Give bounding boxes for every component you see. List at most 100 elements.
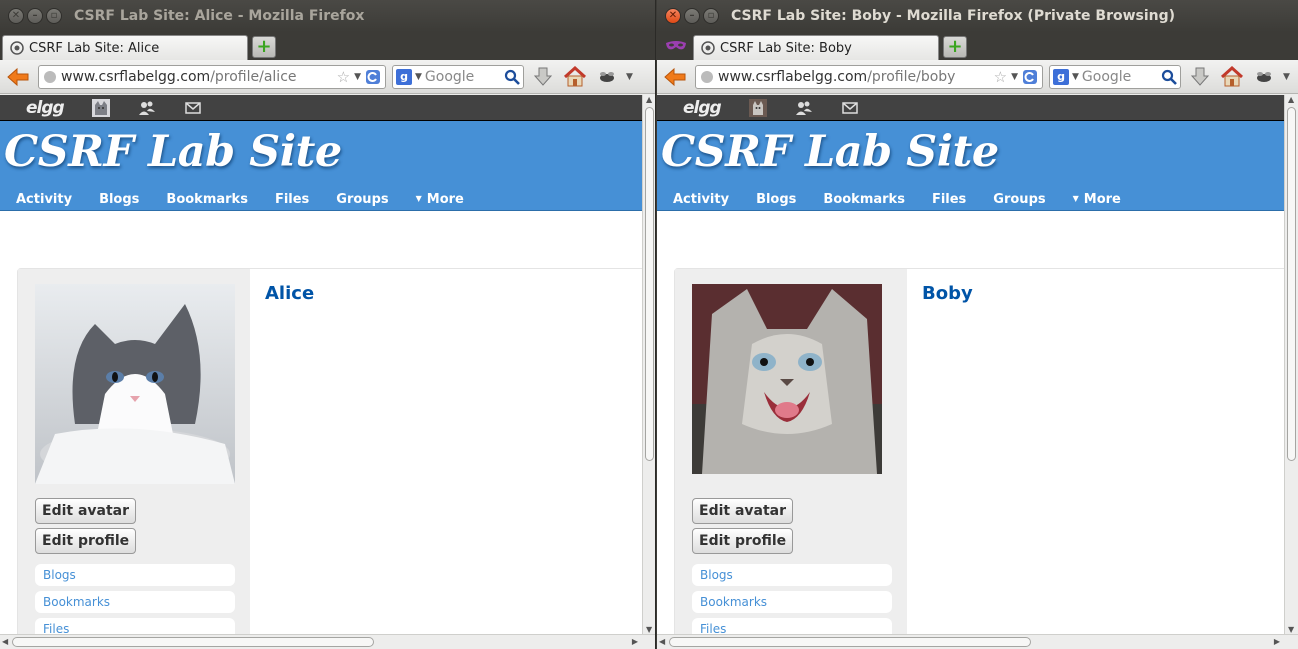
minimize-icon[interactable]: – [684, 8, 700, 24]
menu-item-blogs[interactable]: Blogs [756, 192, 796, 207]
owner-link-bookmarks[interactable]: Bookmarks [692, 591, 892, 613]
horizontal-scrollbar[interactable]: ◀ ▶ [657, 634, 1298, 649]
owner-block: Edit avatar Edit profile Blogs Bookmarks… [675, 269, 907, 634]
edit-avatar-button[interactable]: Edit avatar [692, 498, 794, 524]
profile-name[interactable]: Alice [265, 283, 314, 304]
menu-item-activity[interactable]: Activity [16, 192, 72, 207]
scroll-thumb[interactable] [669, 637, 1031, 647]
title-bar: ✕ – ▫ CSRF Lab Site: Alice - Mozilla Fir… [0, 0, 655, 32]
site-title[interactable]: CSRF Lab Site [4, 127, 342, 177]
back-arrow-icon[interactable] [4, 64, 32, 90]
scroll-right-icon[interactable]: ▶ [632, 637, 638, 646]
scroll-up-icon[interactable]: ▲ [646, 95, 652, 104]
url-bar[interactable]: www.csrflabelgg.com/profile/boby ☆ ▼ [695, 64, 1043, 89]
site-header: CSRF Lab Site Activity Blogs Bookmarks F… [657, 121, 1284, 211]
user-avatar-icon[interactable] [91, 98, 110, 117]
menu-item-files[interactable]: Files [932, 192, 966, 207]
globe-icon [701, 70, 713, 83]
friends-icon[interactable] [795, 99, 813, 117]
owner-link-files[interactable]: Files [692, 618, 892, 634]
reload-icon[interactable] [365, 69, 381, 85]
bookmark-star-icon[interactable]: ☆ [994, 68, 1007, 86]
owner-link-bookmarks[interactable]: Bookmarks [35, 591, 235, 613]
firefox-window-alice: ✕ – ▫ CSRF Lab Site: Alice - Mozilla Fir… [0, 0, 656, 649]
download-icon[interactable] [1187, 64, 1213, 90]
edit-profile-button[interactable]: Edit profile [692, 528, 794, 554]
maximize-icon[interactable]: ▫ [703, 8, 719, 24]
menu-item-activity[interactable]: Activity [673, 192, 729, 207]
messages-icon[interactable] [184, 99, 202, 117]
elgg-logo[interactable]: elgg [683, 98, 722, 118]
edit-profile-button[interactable]: Edit profile [35, 528, 137, 554]
back-arrow-icon[interactable] [661, 64, 689, 90]
dropdown-icon[interactable]: ▼ [354, 72, 361, 82]
elgg-logo[interactable]: elgg [26, 98, 65, 118]
title-bar: ✕ – ▫ CSRF Lab Site: Boby - Mozilla Fire… [657, 0, 1298, 32]
home-icon[interactable] [562, 64, 588, 90]
messages-icon[interactable] [841, 99, 859, 117]
horizontal-scrollbar[interactable]: ◀ ▶ [0, 634, 655, 649]
search-icon[interactable] [1161, 69, 1177, 85]
scroll-right-icon[interactable]: ▶ [1274, 637, 1280, 646]
engine-dropdown-icon[interactable]: ▼ [1072, 72, 1079, 82]
menu-item-more[interactable]: More [1073, 192, 1121, 207]
new-tab-button[interactable]: + [252, 36, 276, 58]
menu-item-bookmarks[interactable]: Bookmarks [823, 192, 905, 207]
bookmark-star-icon[interactable]: ☆ [337, 68, 350, 86]
menu-item-blogs[interactable]: Blogs [99, 192, 139, 207]
scroll-down-icon[interactable]: ▼ [1288, 625, 1294, 634]
tab-alice[interactable]: CSRF Lab Site: Alice [2, 35, 248, 60]
scroll-thumb[interactable] [12, 637, 374, 647]
profile-name[interactable]: Boby [922, 283, 973, 304]
edit-avatar-button[interactable]: Edit avatar [35, 498, 137, 524]
menu-item-files[interactable]: Files [275, 192, 309, 207]
search-bar[interactable]: g ▼ Google [392, 64, 524, 89]
tab-boby[interactable]: CSRF Lab Site: Boby [693, 35, 939, 60]
search-bar[interactable]: g ▼ Google [1049, 64, 1181, 89]
vertical-scrollbar[interactable]: ▲ ▼ [1284, 95, 1298, 634]
site-title[interactable]: CSRF Lab Site [661, 127, 999, 177]
menu-item-more[interactable]: More [416, 192, 464, 207]
url-text: www.csrflabelgg.com/profile/alice [61, 69, 333, 85]
scroll-thumb[interactable] [645, 107, 654, 461]
home-icon[interactable] [1219, 64, 1245, 90]
profile-layout: Edit avatar Edit profile Blogs Bookmarks… [17, 268, 642, 634]
owner-link-blogs[interactable]: Blogs [35, 564, 235, 586]
menu-item-bookmarks[interactable]: Bookmarks [166, 192, 248, 207]
tab-label: CSRF Lab Site: Alice [29, 40, 160, 56]
scroll-thumb[interactable] [1287, 107, 1296, 461]
scroll-down-icon[interactable]: ▼ [646, 625, 652, 634]
maximize-icon[interactable]: ▫ [46, 8, 62, 24]
close-icon[interactable]: ✕ [8, 8, 24, 24]
search-placeholder: Google [424, 68, 475, 85]
menu-dropdown-icon[interactable]: ▼ [1283, 72, 1290, 82]
new-tab-button[interactable]: + [943, 36, 967, 58]
avatar[interactable] [35, 284, 235, 484]
addon-icon[interactable] [594, 64, 620, 90]
owner-link-blogs[interactable]: Blogs [692, 564, 892, 586]
scroll-left-icon[interactable]: ◀ [659, 637, 665, 646]
download-icon[interactable] [530, 64, 556, 90]
url-text: www.csrflabelgg.com/profile/boby [718, 69, 990, 85]
search-icon[interactable] [504, 69, 520, 85]
addon-icon[interactable] [1251, 64, 1277, 90]
profile-layout: Edit avatar Edit profile Blogs Bookmarks… [674, 268, 1284, 634]
reload-icon[interactable] [1022, 69, 1038, 85]
url-bar[interactable]: www.csrflabelgg.com/profile/alice ☆ ▼ [38, 64, 386, 89]
menu-item-groups[interactable]: Groups [336, 192, 388, 207]
user-avatar-icon[interactable] [748, 98, 767, 117]
avatar[interactable] [692, 284, 882, 474]
dropdown-icon[interactable]: ▼ [1011, 72, 1018, 82]
site-menu: Activity Blogs Bookmarks Files Groups Mo… [16, 192, 464, 207]
scroll-left-icon[interactable]: ◀ [2, 637, 8, 646]
scroll-up-icon[interactable]: ▲ [1288, 95, 1294, 104]
vertical-scrollbar[interactable]: ▲ ▼ [642, 95, 655, 634]
google-icon: g [396, 68, 412, 85]
menu-item-groups[interactable]: Groups [993, 192, 1045, 207]
menu-dropdown-icon[interactable]: ▼ [626, 72, 633, 82]
engine-dropdown-icon[interactable]: ▼ [415, 72, 422, 82]
close-icon[interactable]: ✕ [665, 8, 681, 24]
minimize-icon[interactable]: – [27, 8, 43, 24]
owner-link-files[interactable]: Files [35, 618, 235, 634]
friends-icon[interactable] [138, 99, 156, 117]
